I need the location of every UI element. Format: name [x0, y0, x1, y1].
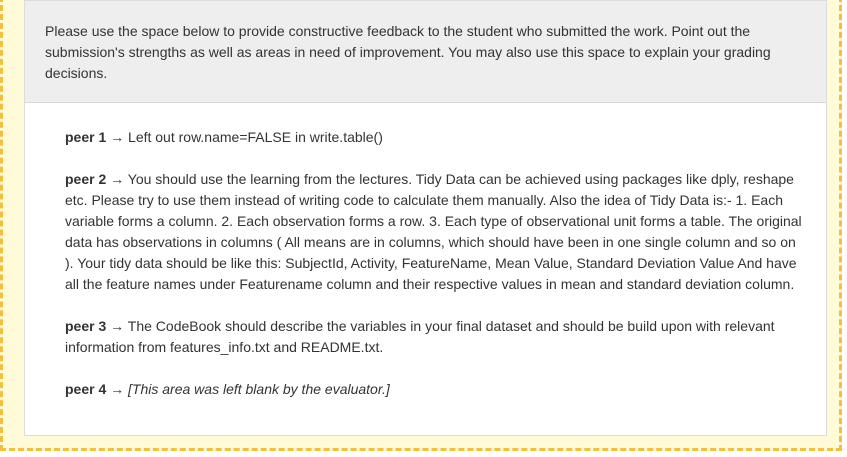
arrow-icon: → [110, 171, 125, 187]
peer-label: peer 2 [65, 171, 107, 187]
arrow-icon: → [110, 318, 125, 334]
peer-comment: Left out row.name=FALSE in write.table() [128, 129, 383, 145]
instructions: Please use the space below to provide co… [25, 1, 826, 103]
peer-comment: You should use the learning from the lec… [65, 171, 802, 292]
peer-feedback-item: peer 4 → [This area was left blank by th… [65, 379, 806, 400]
arrow-icon: → [110, 381, 125, 397]
peer-comment: [This area was left blank by the evaluat… [128, 381, 390, 397]
peer-comment: The CodeBook should describe the variabl… [65, 318, 775, 355]
peer-feedback-item: peer 1 → Left out row.name=FALSE in writ… [65, 127, 806, 148]
arrow-icon: → [110, 129, 125, 145]
peer-feedback-item: peer 3 → The CodeBook should describe th… [65, 316, 806, 358]
feedback-section: Please use the space below to provide co… [0, 0, 842, 451]
peer-label: peer 1 [65, 129, 107, 145]
peer-label: peer 4 [65, 381, 107, 397]
feedback-panel: Please use the space below to provide co… [24, 0, 827, 436]
peer-label: peer 3 [65, 318, 107, 334]
peer-feedback-item: peer 2 → You should use the learning fro… [65, 169, 806, 295]
peer-feedback-list: peer 1 → Left out row.name=FALSE in writ… [25, 103, 826, 400]
